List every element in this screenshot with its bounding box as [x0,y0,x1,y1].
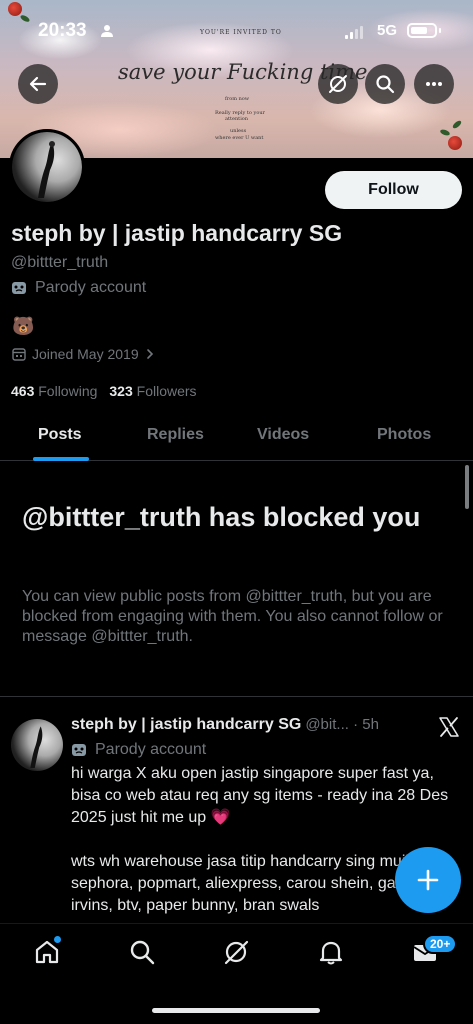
blocked-title: @bittter_truth has blocked you [22,502,421,532]
follow-stats: 463 Following 323 Followers [11,383,197,399]
battery-icon [407,23,437,38]
back-button[interactable] [18,64,58,104]
person-icon [101,25,113,37]
parody-label-row: Parody account [11,279,146,297]
post-handle-time: @bit... · 5h [305,716,379,733]
follow-button[interactable]: Follow [325,171,462,209]
more-button[interactable] [414,64,454,104]
home-notification-dot [54,936,61,943]
more-icon [426,82,442,86]
post-author-name[interactable]: steph by | jastip handcarry SG [71,716,301,734]
calendar-icon [12,348,26,361]
tab-replies[interactable]: Replies [147,426,204,444]
bio-emoji: 🐻 [12,316,35,336]
home-indicator [152,1008,320,1013]
mask-icon [12,282,26,294]
followers-label: Followers [136,383,197,399]
profile-avatar[interactable] [9,129,85,205]
leaf-decoration [19,13,31,24]
mask-icon [72,744,86,756]
bell-icon[interactable] [317,938,345,966]
following-count: 463 [11,383,35,399]
banner-line: from now [225,96,250,102]
grok-button[interactable] [318,64,358,104]
search-button[interactable] [365,64,405,104]
rose-decoration [448,136,462,150]
grok-icon[interactable] [222,938,250,966]
blocked-description: You can view public posts from @bittter_… [22,588,443,645]
rose-decoration [8,2,22,16]
banner-line: where ever U want [215,135,264,141]
post-avatar[interactable] [11,719,63,771]
profile-tabs: Posts Replies Videos Photos [0,415,473,461]
post-header: steph by | jastip handcarry SG @bit... ·… [71,716,379,734]
avatar-silhouette [38,141,55,198]
banner-line: unless [230,128,247,134]
leaf-decoration [439,128,451,137]
bottom-nav: 20+ [0,923,473,1024]
post-parody-label: Parody account [95,741,207,758]
followers-link[interactable]: 323 Followers [109,383,196,399]
status-time: 20:33 [38,20,87,41]
back-arrow-icon [29,76,47,92]
followers-count: 323 [109,383,133,399]
tab-photos[interactable]: Photos [377,426,431,444]
profile-handle: @bittter_truth [11,254,109,271]
avatar-silhouette [30,726,43,769]
network-label: 5G [377,22,398,39]
search-icon[interactable] [128,938,156,966]
compose-button[interactable] [395,847,461,913]
divider [0,696,473,697]
grok-icon [329,75,347,93]
scrollbar[interactable] [465,465,469,509]
x-logo-icon[interactable] [438,716,460,738]
active-tab-indicator [33,457,89,461]
leaf-decoration [451,119,463,130]
banner-small-text: YOU'RE INVITED TO [200,29,282,36]
search-icon [376,75,395,94]
banner-line: attention [225,116,249,122]
following-label: Following [38,383,98,399]
tab-posts[interactable]: Posts [38,426,82,444]
messages-badge: 20+ [423,934,458,954]
chevron-right-icon [146,349,153,359]
post-paragraph: hi warga X aku open jastip singapore sup… [71,765,449,826]
signal-icon [345,26,363,39]
post-parody-row: Parody account [71,741,206,759]
joined-label: Joined May 2019 [32,346,139,362]
tab-videos[interactable]: Videos [257,426,309,444]
parody-label: Parody account [35,279,147,296]
joined-row[interactable]: Joined May 2019 [12,346,155,362]
following-link[interactable]: 463 Following [11,383,97,399]
display-name: steph by | jastip handcarry SG [11,220,343,246]
battery-tip [439,28,441,33]
plus-icon [417,869,439,891]
